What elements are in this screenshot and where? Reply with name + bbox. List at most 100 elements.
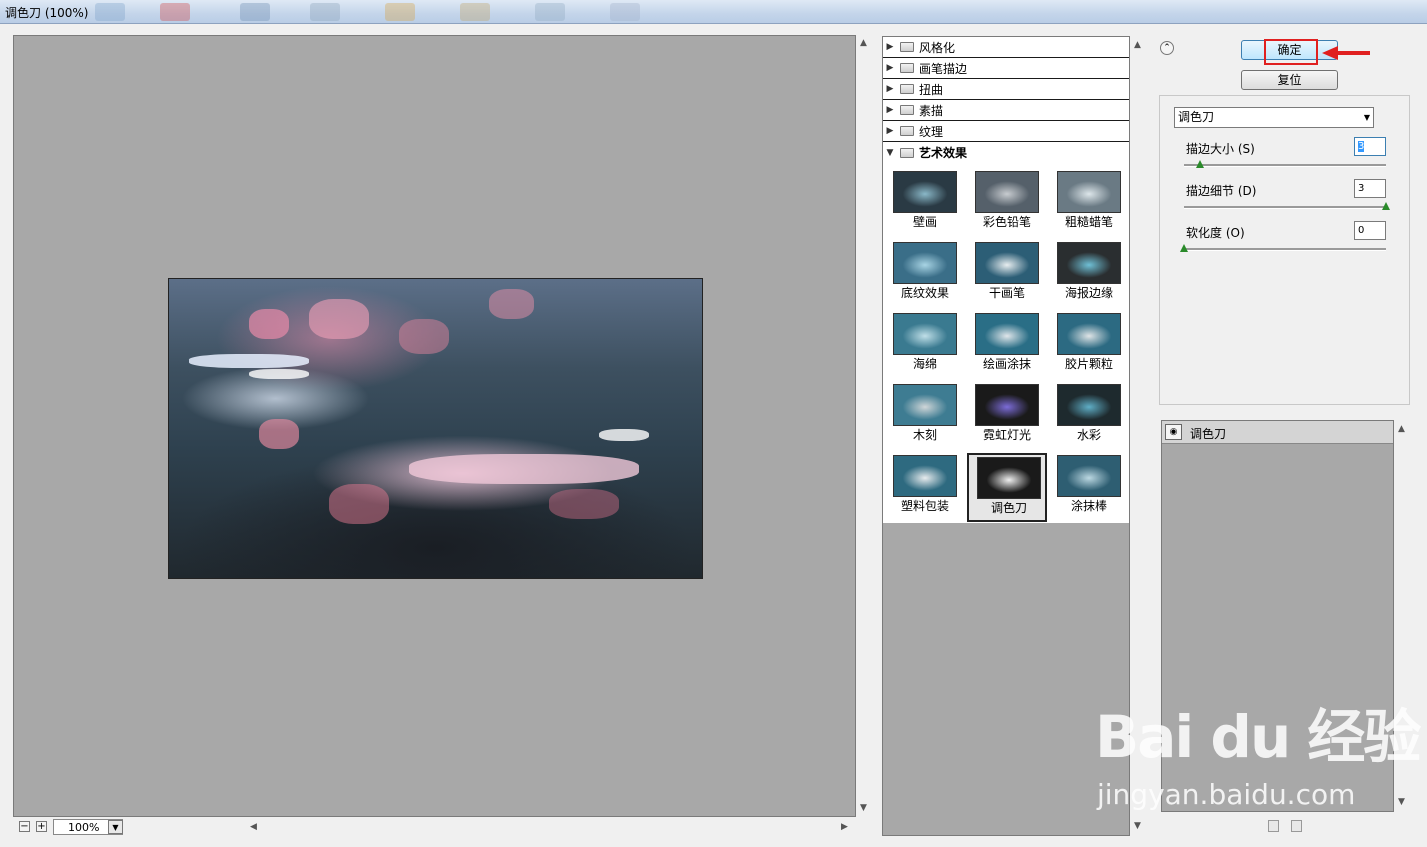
ok-annotation-box [1264, 39, 1318, 65]
filter-category[interactable]: ▶ 素描 [883, 100, 1129, 121]
filter-category-label: 艺术效果 [919, 146, 968, 160]
filter-category-label: 素描 [919, 103, 944, 118]
delete-effect-layer-icon[interactable] [1291, 820, 1302, 832]
reset-button[interactable]: 复位 [1241, 70, 1338, 90]
filter-preview-image [1057, 384, 1121, 426]
filter-thumbnail[interactable]: 绘画涂抹 [967, 311, 1047, 380]
taskbar-ghost-icon [310, 3, 340, 21]
filter-thumbnail[interactable]: 彩色铅笔 [967, 169, 1047, 238]
scroll-down-arrow-icon[interactable]: ▼ [1134, 821, 1141, 831]
filter-thumbnail-label: 胶片颗粒 [1064, 357, 1113, 371]
filter-thumbnail-label: 底纹效果 [900, 286, 949, 300]
filter-thumbnail[interactable]: 海绵 [885, 311, 965, 380]
zoom-in-button[interactable]: + [36, 821, 47, 832]
triangle-down-icon[interactable]: ▼ [883, 148, 897, 158]
folder-icon [900, 105, 914, 115]
filter-preview-image [1057, 455, 1121, 497]
softness-slider-handle[interactable] [1180, 244, 1188, 252]
filter-category[interactable]: ▶ 纹理 [883, 121, 1129, 142]
filter-thumbnail[interactable]: 胶片颗粒 [1049, 311, 1129, 380]
taskbar-ghost-icon [385, 3, 415, 21]
filter-category-label: 风格化 [919, 40, 956, 55]
chevron-down-icon: ▼ [1363, 113, 1370, 122]
scroll-up-arrow-icon[interactable]: ▲ [1398, 424, 1405, 434]
stroke-size-slider-handle[interactable] [1196, 160, 1205, 168]
filter-preview-image [893, 313, 957, 355]
scroll-down-arrow-icon[interactable]: ▼ [1398, 797, 1405, 807]
chevron-double-up-icon[interactable]: ⌃ [1160, 41, 1174, 55]
filter-category[interactable]: ▼ 艺术效果 [883, 142, 1129, 163]
scroll-left-arrow-icon[interactable]: ◀ [250, 822, 257, 832]
stroke-detail-input[interactable]: 3 [1354, 179, 1386, 198]
folder-icon [900, 147, 914, 158]
filter-gallery: ▶ 风格化 ▶ 画笔描边 ▶ 扭曲 ▶ 素描 ▶ 纹理 ▼ 艺术效果 壁画 彩色铅笔 粗糙蜡笔 底纹效果 干画… [882, 36, 1130, 836]
triangle-right-icon[interactable]: ▶ [883, 84, 897, 94]
filter-preview-image [975, 242, 1039, 284]
stroke-detail-slider-handle[interactable] [1382, 202, 1390, 210]
preview-canvas[interactable] [13, 35, 856, 817]
triangle-right-icon[interactable]: ▶ [883, 42, 897, 52]
filter-thumbnail[interactable]: 粗糙蜡笔 [1049, 169, 1129, 238]
scroll-up-arrow-icon[interactable]: ▲ [1134, 40, 1141, 50]
filter-thumbnail[interactable]: 干画笔 [967, 240, 1047, 309]
filter-category[interactable]: ▶ 风格化 [883, 37, 1129, 58]
filter-preview-image [893, 455, 957, 497]
scroll-up-arrow-icon[interactable]: ▲ [860, 38, 867, 48]
filter-thumbnail[interactable]: 壁画 [885, 169, 965, 238]
preview-vertical-scrollbar[interactable]: ▲ ▼ [857, 35, 871, 817]
triangle-right-icon[interactable]: ▶ [883, 105, 897, 115]
filter-select[interactable]: 调色刀 ▼ [1174, 107, 1374, 128]
scroll-down-arrow-icon[interactable]: ▼ [860, 803, 867, 813]
filter-thumbnail-label: 绘画涂抹 [982, 357, 1031, 371]
softness-slider[interactable] [1184, 248, 1386, 251]
filter-thumbnail[interactable]: 底纹效果 [885, 240, 965, 309]
filter-preview-image [893, 171, 957, 213]
filter-preview-image [893, 384, 957, 426]
filter-preview-image [975, 384, 1039, 426]
effect-layer-row[interactable]: ◉ 调色刀 [1162, 421, 1393, 444]
filter-preview-image [893, 242, 957, 284]
filter-thumbnail[interactable]: 霓虹灯光 [967, 382, 1047, 451]
eye-icon[interactable]: ◉ [1165, 424, 1182, 440]
filter-thumbnail[interactable]: 木刻 [885, 382, 965, 451]
new-effect-layer-icon[interactable] [1268, 820, 1279, 832]
filter-category-label: 扭曲 [919, 82, 944, 97]
folder-icon [900, 84, 914, 94]
filter-category[interactable]: ▶ 扭曲 [883, 79, 1129, 100]
taskbar-ghost-icon [160, 3, 190, 21]
effect-layer-name: 调色刀 [1190, 427, 1227, 441]
filter-thumbnail[interactable]: 涂抹棒 [1049, 453, 1129, 522]
stroke-size-label: 描边大小 (S) [1186, 142, 1255, 156]
softness-label: 软化度 (O) [1186, 226, 1245, 240]
filter-preview-image [975, 171, 1039, 213]
triangle-right-icon[interactable]: ▶ [883, 126, 897, 136]
triangle-right-icon[interactable]: ▶ [883, 63, 897, 73]
filter-thumbnail-label: 彩色铅笔 [982, 215, 1031, 229]
filter-thumbnail[interactable]: 海报边缘 [1049, 240, 1129, 309]
preview-horizontal-scrollbar[interactable]: ◀ ▶ [245, 819, 853, 835]
filter-preview-image [977, 457, 1041, 499]
filter-thumbnail[interactable]: 水彩 [1049, 382, 1129, 451]
filter-preview-image [1057, 313, 1121, 355]
filter-category[interactable]: ▶ 画笔描边 [883, 58, 1129, 79]
filter-thumbnail-label: 涂抹棒 [1070, 499, 1107, 513]
softness-input[interactable]: 0 [1354, 221, 1386, 240]
stroke-size-slider[interactable] [1184, 164, 1386, 167]
zoom-dropdown-button[interactable]: ▼ [108, 820, 123, 834]
filter-thumbnail[interactable]: 塑料包装 [885, 453, 965, 522]
taskbar-ghost-icon [95, 3, 125, 21]
filter-preview-image [1057, 171, 1121, 213]
filter-gallery-list: ▶ 风格化 ▶ 画笔描边 ▶ 扭曲 ▶ 素描 ▶ 纹理 ▼ 艺术效果 壁画 彩色铅笔 粗糙蜡笔 底纹效果 干画… [883, 37, 1129, 523]
scroll-right-arrow-icon[interactable]: ▶ [841, 822, 848, 832]
title-bar: 调色刀 (100%) [0, 0, 1427, 24]
filter-thumbnail-label: 壁画 [912, 215, 937, 229]
filter-thumbnail-label: 塑料包装 [900, 499, 949, 513]
stroke-size-input[interactable]: 3 [1354, 137, 1386, 156]
filter-preview-image [975, 313, 1039, 355]
filter-thumbnail-label: 粗糙蜡笔 [1064, 215, 1113, 229]
taskbar-ghost-icon [610, 3, 640, 21]
stroke-detail-slider[interactable] [1184, 206, 1386, 209]
folder-icon [900, 126, 914, 136]
zoom-out-button[interactable]: − [19, 821, 30, 832]
filter-thumbnail[interactable]: 调色刀 [967, 453, 1047, 522]
